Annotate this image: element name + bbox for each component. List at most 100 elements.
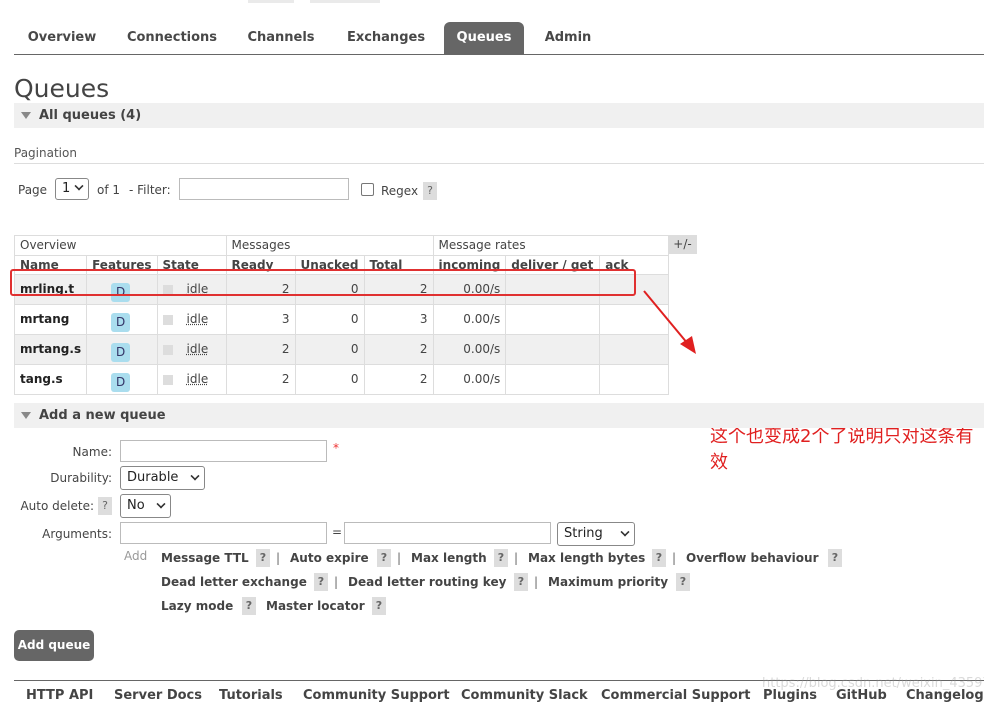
queue-name-link[interactable]: mrtang [13,304,88,335]
auto-delete-help-icon[interactable]: ? [98,497,112,515]
group-header-message-rates: Message rates [432,235,670,256]
arg-message-ttl-link[interactable]: Message TTL [161,549,249,567]
chevron-down-icon [190,471,200,481]
argument-value-input[interactable] [344,522,551,544]
queues-table: Overview Messages Message rates Name Fea… [13,235,670,395]
separator: | [672,551,677,565]
required-mark: * [333,441,339,455]
top-strip [0,0,984,4]
chevron-down-icon [620,527,630,537]
arg-max-length-help-icon[interactable]: ? [494,549,508,567]
queue-name-link[interactable]: tang.s [13,364,88,395]
unacked-count: 0 [294,334,365,365]
tab-channels[interactable]: Channels [238,22,324,54]
arg-overflow-behaviour-help-icon[interactable]: ? [828,549,842,567]
top-strip-segment [248,0,294,3]
equals-sign: = [332,525,343,539]
table-row: tang.s D idle 2 0 2 0.00/s [13,364,670,395]
tab-connections[interactable]: Connections [119,22,225,54]
footer-link-server-docs[interactable]: Server Docs [114,688,202,703]
regex-checkbox[interactable] [361,183,374,196]
add-queue-button[interactable]: Add queue [14,630,94,661]
page-title: Queues [14,74,110,103]
arg-master-locator-link[interactable]: Master locator [266,597,365,615]
durability-label: Durability: [50,471,112,485]
arg-dead-letter-exchange-link[interactable]: Dead letter exchange [161,573,307,591]
arg-dead-letter-routing-key-help-icon[interactable]: ? [514,573,528,591]
tab-admin[interactable]: Admin [536,22,600,54]
tab-overview[interactable]: Overview [14,22,110,54]
chevron-down-icon [74,181,84,191]
arg-auto-expire-link[interactable]: Auto expire [290,549,369,567]
footer-link-http-api[interactable]: HTTP API [26,688,93,703]
durable-badge: D [111,312,131,332]
page-label: Page [18,183,48,197]
add-queue-toggle[interactable]: Add a new queue [14,403,984,428]
annotation-arrow-icon [643,290,696,354]
footer-link-commercial-support[interactable]: Commercial Support [601,688,751,703]
durability-select[interactable]: Durable [120,466,205,490]
arg-max-length-bytes-link[interactable]: Max length bytes [528,549,645,567]
tab-exchanges[interactable]: Exchanges [338,22,434,54]
page-select[interactable]: 1 [55,178,89,200]
main-nav: Overview Connections Channels Exchanges … [14,22,984,55]
incoming-rate: 0.00/s [432,334,507,365]
arg-maximum-priority-help-icon[interactable]: ? [676,573,690,591]
state-indicator-icon [162,314,173,325]
incoming-rate: 0.00/s [432,304,507,335]
all-queues-toggle[interactable]: All queues (4) [14,103,984,128]
filter-input[interactable] [179,178,349,200]
arg-auto-expire-help-icon[interactable]: ? [377,549,391,567]
durable-badge: D [111,372,131,392]
group-header-overview: Overview [14,235,227,256]
add-queue-section-label: Add a new queue [39,408,166,423]
arg-message-ttl-help-icon[interactable]: ? [256,549,270,567]
total-count: 3 [363,304,434,335]
separator: | [534,575,539,589]
argument-type-select[interactable]: String [557,522,635,546]
arg-lazy-mode-help-icon[interactable]: ? [242,597,256,615]
toggle-columns-button[interactable]: +/- [668,235,697,254]
queue-name-link[interactable]: mrtang.s [13,334,88,365]
queue-state: idle [186,372,209,386]
state-indicator-icon [162,344,173,355]
ack-rate [599,364,670,395]
regex-help-icon[interactable]: ? [423,182,437,200]
footer-link-community-support[interactable]: Community Support [303,688,450,703]
arg-max-length-link[interactable]: Max length [411,549,487,567]
durability-value: Durable [127,470,179,485]
incoming-rate: 0.00/s [432,364,507,395]
chevron-down-icon [156,499,166,509]
arg-master-locator-help-icon[interactable]: ? [372,597,386,615]
ready-count: 2 [225,334,296,365]
arg-overflow-behaviour-link[interactable]: Overflow behaviour [686,549,819,567]
auto-delete-label: Auto delete: [20,499,94,513]
tab-queues[interactable]: Queues [444,22,524,54]
durable-badge: D [111,342,131,362]
separator: | [334,575,339,589]
arg-lazy-mode-link[interactable]: Lazy mode [161,597,233,615]
separator: | [397,551,402,565]
unacked-count: 0 [294,304,365,335]
watermark: https://blog.csdn.net/weixin_43597208 [762,676,984,691]
arg-dead-letter-exchange-help-icon[interactable]: ? [314,573,328,591]
footer-link-tutorials[interactable]: Tutorials [219,688,283,703]
unacked-count: 0 [294,364,365,395]
annotation-text: 这个也变成2个了说明只对这条有效 [710,426,974,473]
deliver-rate [505,304,601,335]
auto-delete-select[interactable]: No [120,494,171,518]
pagination-label: Pagination [14,146,77,160]
arg-dead-letter-routing-key-link[interactable]: Dead letter routing key [348,573,506,591]
ready-count: 2 [225,364,296,395]
footer-link-community-slack[interactable]: Community Slack [461,688,588,703]
top-strip-segment [310,0,380,3]
total-count: 2 [363,364,434,395]
arg-maximum-priority-link[interactable]: Maximum priority [548,573,668,591]
separator: | [276,551,281,565]
ready-count: 3 [225,304,296,335]
argument-key-input[interactable] [120,522,327,544]
queue-state: idle [186,342,209,356]
queue-name-input[interactable] [120,440,327,462]
arg-max-length-bytes-help-icon[interactable]: ? [652,549,666,567]
deliver-rate [505,334,601,365]
